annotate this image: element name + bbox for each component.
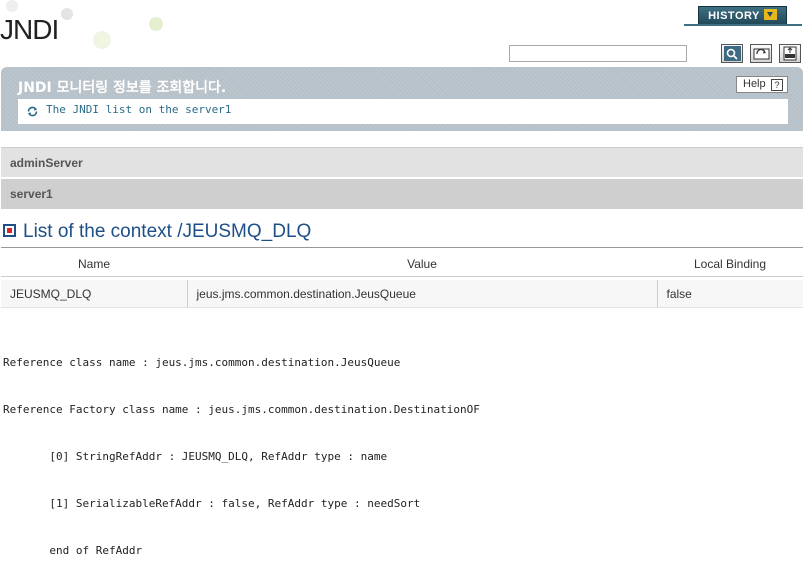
help-label: Help xyxy=(743,78,766,90)
refresh-small-icon xyxy=(27,106,38,117)
section-divider xyxy=(1,247,803,248)
context-table: Name Value Local Binding JEUSMQ_DLQ jeus… xyxy=(1,251,803,308)
page-title: JNDI xyxy=(0,14,59,45)
reference-line: end of RefAddr xyxy=(3,544,143,557)
history-label: HISTORY xyxy=(708,10,760,22)
chevron-down-icon xyxy=(763,9,777,20)
help-button[interactable]: Help ? xyxy=(736,76,788,93)
reference-details: Reference class name : jeus.jms.common.d… xyxy=(3,330,480,578)
info-link-bar: The JNDI list on the server1 xyxy=(18,99,788,124)
table-row: JEUSMQ_DLQ jeus.jms.common.destination.J… xyxy=(1,280,803,308)
server-item-adminserver[interactable]: adminServer xyxy=(1,147,803,177)
help-icon: ? xyxy=(771,79,783,91)
column-header-value: Value xyxy=(187,251,657,277)
cell-local-binding: false xyxy=(657,280,803,308)
section-icon xyxy=(3,224,16,237)
history-underline xyxy=(684,24,802,26)
reference-line: Reference Factory class name : jeus.jms.… xyxy=(3,403,480,416)
reference-line: [1] SerializableRefAddr : false, RefAddr… xyxy=(3,497,421,510)
refresh-icon xyxy=(753,48,770,60)
search-input[interactable] xyxy=(509,45,687,62)
context-section-title: List of the context /JEUSMQ_DLQ xyxy=(23,221,312,242)
xml-icon xyxy=(783,46,797,61)
cell-value: jeus.jms.common.destination.JeusQueue xyxy=(187,280,658,308)
reference-line: Reference class name : jeus.jms.common.d… xyxy=(3,356,401,369)
history-button[interactable]: HISTORY xyxy=(698,6,787,26)
column-header-local-binding: Local Binding xyxy=(657,251,803,277)
info-panel: JNDI 모니터링 정보를 조회합니다. Help ? The JNDI lis… xyxy=(1,67,803,131)
search-button[interactable] xyxy=(721,44,743,63)
xml-export-button[interactable] xyxy=(779,44,801,63)
server-item-server1[interactable]: server1 xyxy=(1,179,803,209)
search-icon xyxy=(724,46,741,61)
column-header-name: Name xyxy=(1,251,187,277)
reference-line: [0] StringRefAddr : JEUSMQ_DLQ, RefAddr … xyxy=(3,450,388,463)
refresh-button[interactable] xyxy=(750,44,772,63)
info-title: JNDI 모니터링 정보를 조회합니다. xyxy=(18,80,227,96)
cell-name: JEUSMQ_DLQ xyxy=(1,280,188,308)
jndi-list-link[interactable]: The JNDI list on the server1 xyxy=(46,103,231,116)
